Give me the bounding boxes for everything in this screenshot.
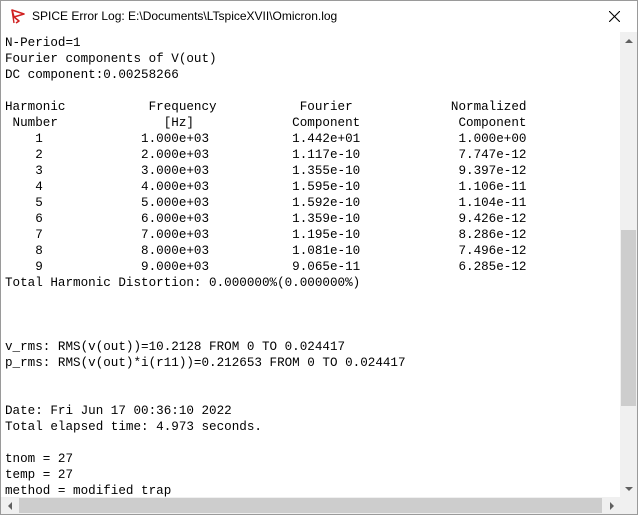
arrow-up-icon xyxy=(624,38,633,43)
log-line: 8 8.000e+03 1.081e-10 7.496e-12 xyxy=(5,244,527,258)
log-line: 2 2.000e+03 1.117e-10 7.747e-12 xyxy=(5,148,527,162)
log-text: N-Period=1 Fourier components of V(out) … xyxy=(1,32,620,497)
log-line: Total Harmonic Distortion: 0.000000%(0.0… xyxy=(5,276,361,290)
scroll-left-button[interactable] xyxy=(1,497,18,514)
spice-error-log-window: SPICE Error Log: E:\Documents\LTspiceXVI… xyxy=(0,0,638,515)
scroll-down-button[interactable] xyxy=(620,480,637,497)
log-line: temp = 27 xyxy=(5,468,74,482)
vertical-scrollbar[interactable] xyxy=(620,32,637,497)
log-line: 1 1.000e+03 1.442e+01 1.000e+00 xyxy=(5,132,527,146)
log-line: v_rms: RMS(v(out))=10.2128 FROM 0 TO 0.0… xyxy=(5,340,346,354)
vertical-scroll-thumb[interactable] xyxy=(621,230,636,406)
log-line: p_rms: RMS(v(out)*i(r11))=0.212653 FROM … xyxy=(5,356,406,370)
window-title: SPICE Error Log: E:\Documents\LTspiceXVI… xyxy=(32,9,338,23)
log-line: Date: Fri Jun 17 00:36:10 2022 xyxy=(5,404,232,418)
log-line: 4 4.000e+03 1.595e-10 1.106e-11 xyxy=(5,180,527,194)
close-icon xyxy=(608,11,620,22)
log-line: tnom = 27 xyxy=(5,452,74,466)
log-text-area[interactable]: N-Period=1 Fourier components of V(out) … xyxy=(1,32,620,497)
log-line: 7 7.000e+03 1.195e-10 8.286e-12 xyxy=(5,228,527,242)
close-button[interactable] xyxy=(591,1,637,32)
arrow-right-icon xyxy=(609,501,614,510)
log-line: Fourier components of V(out) xyxy=(5,52,217,66)
log-line: method = modified trap xyxy=(5,484,172,497)
log-line: 3 3.000e+03 1.355e-10 9.397e-12 xyxy=(5,164,527,178)
log-line: Number [Hz] Component Component xyxy=(5,116,527,130)
arrow-left-icon xyxy=(7,501,12,510)
log-line: Harmonic Frequency Fourier Normalized xyxy=(5,100,527,114)
log-line: 9 9.000e+03 9.065e-11 6.285e-12 xyxy=(5,260,527,274)
log-line: Total elapsed time: 4.973 seconds. xyxy=(5,420,262,434)
log-line: 5 5.000e+03 1.592e-10 1.104e-11 xyxy=(5,196,527,210)
horizontal-scroll-thumb[interactable] xyxy=(19,498,602,513)
horizontal-scrollbar[interactable] xyxy=(1,497,620,514)
arrow-down-icon xyxy=(624,486,633,491)
log-line: DC component:0.00258266 xyxy=(5,68,179,82)
scroll-up-button[interactable] xyxy=(620,32,637,49)
scrollbar-corner xyxy=(620,497,637,514)
log-line: N-Period=1 xyxy=(5,36,81,50)
title-bar[interactable]: SPICE Error Log: E:\Documents\LTspiceXVI… xyxy=(1,1,637,32)
ltspice-app-icon xyxy=(10,8,26,24)
log-line: 6 6.000e+03 1.359e-10 9.426e-12 xyxy=(5,212,527,226)
scroll-right-button[interactable] xyxy=(603,497,620,514)
